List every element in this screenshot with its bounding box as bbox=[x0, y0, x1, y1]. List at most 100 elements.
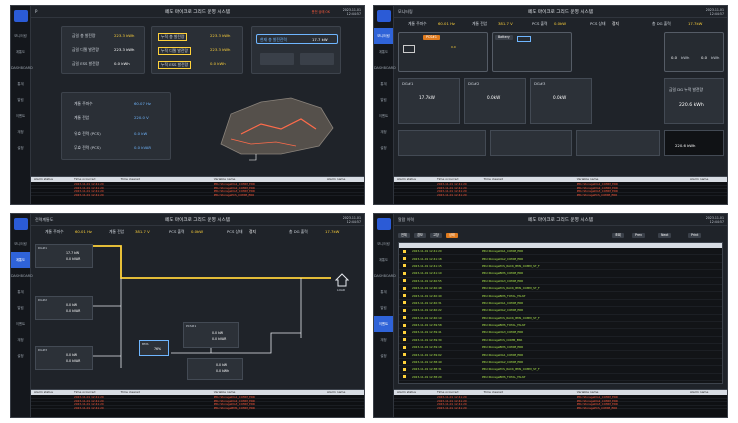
top-bar: P 페도 마이크로 그리드 운영 시스템 운전 상태 OK 2023.11.01… bbox=[31, 6, 364, 18]
nav-item-1[interactable]: 계통도 bbox=[11, 44, 30, 60]
stat-label: 누적 ESS 발전량 bbox=[158, 61, 192, 69]
nav-item-3[interactable]: 통계 bbox=[11, 284, 30, 300]
nav-item-5[interactable]: 이벤트 bbox=[374, 316, 393, 332]
dg-panel-2: DG#2 0.0kW bbox=[464, 78, 526, 124]
nav-item-0[interactable]: 모니터링 bbox=[11, 28, 30, 44]
grid-panel: 계통 주파수 60.07 Hz 계통 전압 220.0 V 유효 전력 (PCS… bbox=[61, 92, 171, 160]
filter-all-button[interactable]: 전체 bbox=[398, 233, 410, 238]
tab-battery[interactable]: Battery bbox=[495, 35, 513, 40]
nav-item-7[interactable]: 설정 bbox=[11, 140, 30, 156]
nav-item-0[interactable]: 모니터링 bbox=[11, 236, 30, 252]
today-panel: 금일 총 발전량 223.3 kWh 금일 디젤 발전량 223.3 kWh 금… bbox=[61, 26, 145, 74]
top-bar: 알람 이력 페도 마이크로 그리드 운영 시스템 2023.11.01 12:44… bbox=[394, 214, 727, 226]
nav-item-4[interactable]: 알림 bbox=[374, 92, 393, 108]
event-row[interactable]: 2023-11-01 12:40:10 PRU.StoragePCS_RACK_B… bbox=[399, 315, 722, 322]
stat-label: 누적 총 발전량 bbox=[158, 33, 188, 41]
nav-item-2[interactable]: DASHBOARD bbox=[11, 60, 33, 76]
event-row[interactable]: 2023-11-01 12:41:10 PRU.StorageBMS_COMM_E… bbox=[399, 270, 722, 278]
nav-item-7[interactable]: 설정 bbox=[11, 348, 30, 364]
tab-pcs[interactable]: PCS#1 bbox=[423, 35, 440, 40]
grid-value: 60.07 Hz bbox=[134, 101, 151, 106]
filter-warning-button[interactable]: 경보 bbox=[414, 233, 426, 238]
nav-item-3[interactable]: 통계 bbox=[374, 76, 393, 92]
nav-item-6[interactable]: 계정 bbox=[11, 124, 30, 140]
bms-node[interactable]: BMS 76% bbox=[139, 340, 169, 356]
nav-item-4[interactable]: 알림 bbox=[11, 92, 30, 108]
dg-node-1[interactable]: DG#1 17.7 kW 0.0 kVAR bbox=[35, 244, 93, 268]
event-name: PRU.StorageDG2_COMM_ERR bbox=[482, 256, 524, 261]
alarm-row[interactable]: 2023-11-01 12:41:20 PRU.StorageBMS_COMM_E… bbox=[31, 406, 364, 410]
nav-item-6[interactable]: 계정 bbox=[11, 332, 30, 348]
event-row[interactable]: 2023-11-01 12:40:48 PRU.StoragePCS_RACK_B… bbox=[399, 285, 722, 293]
nav-item-5[interactable]: 이벤트 bbox=[11, 316, 30, 332]
status-dot-icon bbox=[403, 316, 406, 320]
event-row[interactable]: 2023-11-01 12:39:18 PRU.StorageBMS_COMM_E… bbox=[399, 344, 722, 352]
event-name: PRU.StorageBMS_TOTAL_FAULT bbox=[482, 374, 526, 379]
dg-node-3[interactable]: DG#3 0.0 kW 0.0 kVAR bbox=[35, 346, 93, 370]
filter-state-button[interactable]: 상태 bbox=[446, 233, 458, 238]
event-row[interactable]: 2023-11-01 12:41:20 PRU.StorageDG1_COMM_E… bbox=[399, 248, 722, 256]
next-button[interactable]: Next bbox=[658, 233, 672, 238]
status-dot-icon bbox=[403, 360, 406, 364]
nav-item-3[interactable]: 통계 bbox=[374, 284, 393, 300]
event-row[interactable]: 2023-11-01 12:38:49 PRU.StorageDG2_COMM_E… bbox=[399, 359, 722, 367]
screen-diagram: 모니터링 계통도 DASHBOARD 통계 알림 이벤트 계정 설정 전력계통도… bbox=[10, 213, 365, 418]
event-time: 2023-11-01 12:40:22 bbox=[412, 308, 442, 313]
event-row[interactable]: 2023-11-01 12:39:41 PRU.StorageDG3_COMM_E… bbox=[399, 329, 722, 337]
nav-item-3[interactable]: 통계 bbox=[11, 76, 30, 92]
nav-item-7[interactable]: 설정 bbox=[374, 348, 393, 364]
print-button[interactable]: Print bbox=[688, 233, 702, 238]
nav-item-5[interactable]: 이벤트 bbox=[374, 108, 393, 124]
event-name: PRU.StorageBMS_COMM_ERR bbox=[482, 345, 524, 350]
event-time: 2023-11-01 12:39:18 bbox=[412, 345, 442, 350]
clock: 2023.11.01 12:44:57 bbox=[342, 216, 361, 224]
event-row[interactable]: 2023-11-01 12:38:31 PRU.StoragePCS_RACK_B… bbox=[399, 366, 722, 374]
clock: 2023.11.01 12:44:57 bbox=[342, 8, 361, 16]
event-name: PRU.StoragePCS_RACK_BMS_COMM_ST_F bbox=[482, 263, 540, 268]
nav-item-1[interactable]: 계통도 bbox=[374, 252, 393, 268]
nav-item-6[interactable]: 계정 bbox=[374, 124, 393, 140]
filter-fault-button[interactable]: 고장 bbox=[430, 233, 442, 238]
event-row[interactable]: 2023-11-01 12:39:58 PRU.StorageBMS_TOTAL_… bbox=[399, 322, 722, 330]
event-name: PRU.StorageDG2_COMM_ERR bbox=[482, 360, 524, 365]
event-row[interactable]: 2023-11-01 12:40:55 PRU.StorageDG3_COMM_E… bbox=[399, 278, 722, 285]
event-row[interactable]: 2023-11-01 12:39:02 PRU.StorageDG1_COMM_E… bbox=[399, 351, 722, 359]
nav-item-7[interactable]: 설정 bbox=[374, 140, 393, 156]
event-row[interactable]: 2023-11-01 12:41:18 PRU.StorageDG2_COMM_E… bbox=[399, 255, 722, 263]
nav-item-0[interactable]: 모니터링 bbox=[374, 28, 393, 44]
pcs-node-2[interactable]: 0.0 kW 0.0 kWh bbox=[187, 358, 243, 380]
pcs-node[interactable]: PCS#1 0.0 kW 0.0 kVAR bbox=[183, 322, 239, 348]
load-label: LOAD bbox=[337, 288, 346, 292]
event-row[interactable]: 2023-11-01 12:40:40 PRU.StorageBMS_TOTAL_… bbox=[399, 292, 722, 300]
nav-item-2[interactable]: DASHBOARD bbox=[11, 268, 33, 284]
nav-item-4[interactable]: 알림 bbox=[374, 300, 393, 316]
status-header: 계통 주파수 60.01 Hz 계통 전압 381.7 V PCS 출력 0.0kW … bbox=[45, 229, 340, 234]
realtime-value: 17.7 kW bbox=[312, 37, 328, 42]
nav-item-5[interactable]: 이벤트 bbox=[11, 108, 30, 124]
stat-value: 0.0 kWh bbox=[210, 61, 226, 66]
event-row[interactable]: 2023-11-01 12:41:15 PRU.StoragePCS_RACK_B… bbox=[399, 263, 722, 271]
nav-item-2[interactable]: DASHBOARD bbox=[374, 60, 396, 76]
nav-item-2[interactable]: DASHBOARD bbox=[374, 268, 396, 284]
event-row[interactable]: 2023-11-01 12:39:30 PRU.StoragePCS_COMM_E… bbox=[399, 337, 722, 345]
nav-item-0[interactable]: 모니터링 bbox=[374, 236, 393, 252]
nav-item-4[interactable]: 알림 bbox=[11, 300, 30, 316]
dg-panel-3: DG#3 0.0kW bbox=[530, 78, 592, 124]
nav-item-1[interactable]: 계통도 bbox=[11, 252, 30, 268]
alarm-row[interactable]: 2023-11-01 12:41:20 PRU.StoragePCS_COMM_E… bbox=[394, 406, 727, 410]
grid-label: 유효 전력 (PCS) bbox=[74, 131, 101, 136]
nav-item-6[interactable]: 계정 bbox=[374, 332, 393, 348]
nav-item-1[interactable]: 계통도 bbox=[374, 44, 393, 60]
event-time: 2023-11-01 12:40:48 bbox=[412, 286, 442, 291]
logo bbox=[376, 10, 391, 22]
query-button[interactable]: 조회 bbox=[612, 233, 624, 238]
event-row[interactable]: 2023-11-01 12:40:31 PRU.StorageDG1_COMM_E… bbox=[399, 300, 722, 308]
dg-node-2[interactable]: DG#2 0.0 kW 0.0 kVAR bbox=[35, 296, 93, 320]
event-row[interactable]: 2023-11-01 12:38:20 PRU.StorageBMS_TOTAL_… bbox=[399, 374, 722, 382]
event-name: PRU.StoragePCS_RACK_BMS_COMM_ST_F bbox=[482, 315, 540, 320]
alarm-row[interactable]: 2023-11-01 12:41:20 PRU.StoragePCS_COMM_E… bbox=[31, 193, 364, 197]
event-row[interactable]: 2023-11-01 12:40:22 PRU.StorageDG2_COMM_E… bbox=[399, 307, 722, 315]
prev-button[interactable]: Prev bbox=[632, 233, 645, 238]
alarm-row[interactable]: 2023-11-01 12:41:20 PRU.StoragePCS_COMM_E… bbox=[394, 193, 727, 197]
event-time: 2023-11-01 12:39:02 bbox=[412, 352, 442, 357]
